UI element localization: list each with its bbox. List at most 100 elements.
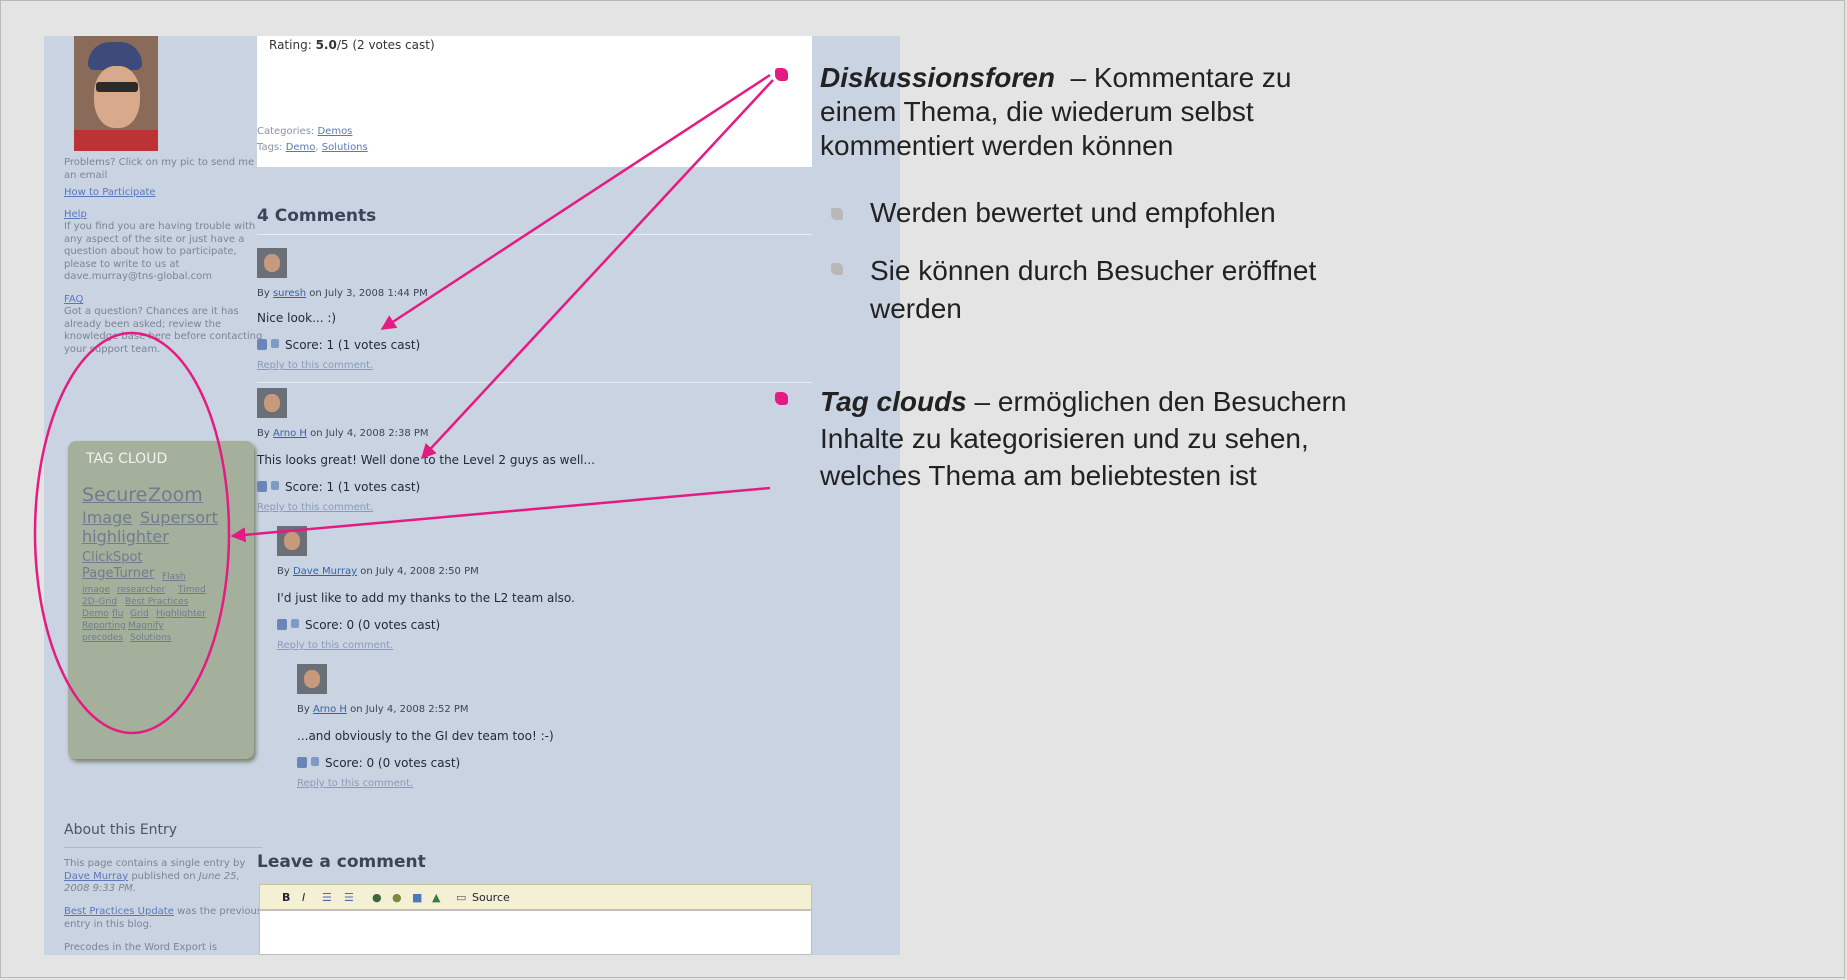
bullet-icon [775, 68, 788, 81]
author-link[interactable]: Dave Murray [293, 566, 357, 577]
how-to-participate-link[interactable]: How to Participate [64, 187, 264, 200]
reply-link[interactable]: Reply to this comment. [257, 360, 373, 371]
prev-entry-link[interactable]: Best Practices Update [64, 906, 174, 917]
bullet-discussion-forums: Diskussionsforen – Kommentare zu einem T… [820, 61, 1292, 163]
sub-bullet-icon [831, 263, 843, 275]
comment-text: This looks great! Well done to the Level… [257, 453, 595, 467]
bullet-line: kommentiert werden können [820, 130, 1174, 161]
about-entry-title: About this Entry [64, 822, 178, 838]
about-text: published on [131, 870, 196, 882]
reply-link[interactable]: Reply to this comment. [257, 502, 373, 513]
unordered-list-icon[interactable]: ☰ [344, 891, 354, 904]
categories-label: Categories: [257, 126, 315, 137]
source-icon[interactable]: ▭ [456, 891, 466, 904]
tag-link[interactable]: Reporting [82, 620, 126, 633]
comment-score: Score: 1 (1 votes cast) [285, 338, 421, 352]
comment-text: Nice look... :) [257, 311, 337, 325]
help-intro: Problems? Click on my pic to send me an … [64, 157, 255, 181]
comment-text: I'd just like to add my thanks to the L2… [277, 591, 575, 605]
rating-suffix: /5 (2 votes cast) [336, 38, 435, 52]
thumbs-down-icon[interactable] [271, 339, 279, 348]
tag-link[interactable]: Image [82, 510, 132, 525]
rating-label: Rating: [269, 38, 312, 52]
tag-link[interactable]: flu [112, 608, 123, 621]
comment-score: Score: 1 (1 votes cast) [285, 480, 421, 494]
thumbs-down-icon[interactable] [271, 481, 279, 490]
comment-score: Score: 0 (0 votes cast) [325, 756, 461, 770]
tag-link[interactable]: Demo [286, 142, 316, 153]
tag-link[interactable]: Grid [130, 608, 149, 621]
bullet-line: einem Thema, die wiederum selbst [820, 96, 1254, 127]
bullet-title: Tag clouds [820, 386, 967, 417]
comment-score: Score: 0 (0 votes cast) [305, 618, 441, 632]
tag-link[interactable]: image [82, 584, 110, 597]
author-link[interactable]: Arno H [273, 428, 307, 439]
italic-button[interactable]: I [302, 891, 305, 904]
tag-cloud-title: TAG CLOUD [86, 451, 168, 467]
faq-link[interactable]: FAQ [64, 294, 264, 307]
author-link[interactable]: Arno H [313, 704, 347, 715]
help-text: If you find you are having trouble with … [64, 221, 256, 282]
tag-link[interactable]: 2D-Grid [82, 596, 117, 609]
comment-textarea[interactable] [259, 910, 812, 955]
thumbs-up-icon[interactable] [277, 619, 287, 630]
commenter-avatar [297, 664, 327, 694]
thumbs-down-icon[interactable] [311, 757, 319, 766]
tag-link[interactable]: ClickSpot [82, 551, 143, 565]
author-link[interactable]: suresh [273, 288, 306, 299]
tag-link[interactable]: Best Practices [125, 596, 188, 609]
rating-line: Rating: 5.0/5 (2 votes cast) [269, 38, 435, 52]
leave-comment-title: Leave a comment [257, 852, 426, 872]
image-icon[interactable]: ■ [412, 891, 422, 904]
tag-link[interactable]: Supersort [140, 510, 218, 525]
comment-byline: By Arno H on July 4, 2008 2:52 PM [297, 704, 469, 715]
comment-vote: Score: 0 (0 votes cast) [277, 618, 440, 632]
bold-button[interactable]: B [282, 891, 290, 904]
tag-link[interactable]: Demo [82, 608, 109, 621]
tag-link[interactable]: Magnify [128, 620, 164, 633]
tag-link[interactable]: PageTurner [82, 567, 154, 581]
divider [257, 234, 812, 235]
bullet-title: Diskussionsforen [820, 62, 1055, 93]
reply-link[interactable]: Reply to this comment. [277, 640, 393, 651]
tag-link[interactable]: Secure [82, 486, 147, 504]
main-content: Rating: 5.0/5 (2 votes cast) Categories:… [257, 36, 812, 955]
about-entry-text: This page contains a single entry by Dav… [64, 858, 264, 896]
link-icon[interactable]: ● [372, 891, 382, 904]
next-entry-text: Precodes in the Word Export is [64, 942, 218, 953]
sub-bullet-rated: Werden bewertet und empfohlen [870, 197, 1276, 228]
category-link[interactable]: Demos [317, 126, 352, 137]
author-avatar[interactable] [74, 36, 158, 151]
tag-link[interactable]: highlighter [82, 529, 169, 544]
tag-link[interactable]: Highlighter [156, 608, 206, 621]
tag-cloud-panel: TAG CLOUD Secure Zoom Image Supersort hi… [68, 441, 254, 759]
thumbs-up-icon[interactable] [257, 339, 267, 350]
reply-link[interactable]: Reply to this comment. [297, 778, 413, 789]
source-button[interactable]: Source [472, 891, 510, 904]
thumbs-down-icon[interactable] [291, 619, 299, 628]
ordered-list-icon[interactable]: ☰ [322, 891, 332, 904]
comment-byline: By Dave Murray on July 4, 2008 2:50 PM [277, 566, 479, 577]
tag-link[interactable]: researcher [117, 584, 165, 597]
comment-vote: Score: 0 (0 votes cast) [297, 756, 460, 770]
tag-link[interactable]: Flash [162, 571, 186, 584]
anchor-icon[interactable]: ● [392, 891, 402, 904]
help-link[interactable]: Help [64, 209, 264, 222]
comment-vote: Score: 1 (1 votes cast) [257, 338, 420, 352]
sub-bullet-opened: Sie können durch Besucher eröffnet werde… [870, 252, 1316, 328]
tag-link[interactable]: Zoom [148, 486, 203, 504]
tag-link[interactable]: Timed [178, 584, 206, 597]
tag-link[interactable]: Solutions [322, 142, 368, 153]
tag-link[interactable]: precodes [82, 632, 123, 645]
commenter-avatar [257, 388, 287, 418]
emoticon-icon[interactable]: ▲ [432, 891, 440, 904]
bullet-tag-clouds: Tag clouds – ermöglichen den Besuchern I… [820, 383, 1347, 494]
about-author-link[interactable]: Dave Murray [64, 871, 128, 882]
prev-entry-text: Best Practices Update was the previous e… [64, 906, 264, 931]
bullet-line: Inhalte zu kategorisieren und zu sehen, [820, 423, 1309, 454]
thumbs-up-icon[interactable] [257, 481, 267, 492]
blog-screenshot: Problems? Click on my pic to send me an … [44, 36, 900, 955]
divider [64, 847, 262, 848]
tag-link[interactable]: Solutions [130, 632, 171, 645]
thumbs-up-icon[interactable] [297, 757, 307, 768]
